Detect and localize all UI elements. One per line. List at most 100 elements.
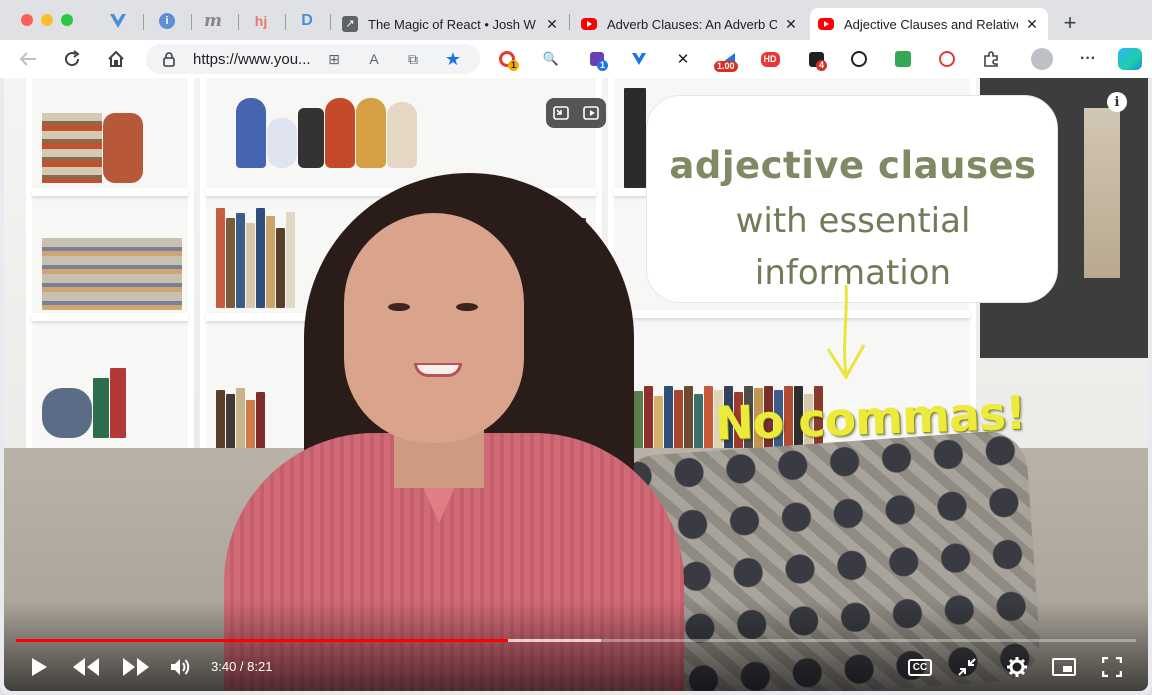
- tab-magic-of-react[interactable]: ↗ The Magic of React • Josh W Comeau ✕: [334, 8, 568, 40]
- settings-button[interactable]: [1002, 652, 1032, 682]
- extension-9[interactable]: [849, 49, 869, 69]
- hd-icon: HD: [760, 51, 780, 67]
- seek-back-button[interactable]: [67, 652, 105, 682]
- pinned-tab-m[interactable]: m: [203, 11, 223, 31]
- pinned-tab-d[interactable]: D: [297, 11, 317, 31]
- pinned-tab-info[interactable]: i: [157, 11, 177, 31]
- books: [42, 368, 126, 438]
- theater-mode-button[interactable]: [1049, 652, 1079, 682]
- collapse-arrows-icon: [958, 658, 976, 676]
- back-button[interactable]: [17, 48, 39, 70]
- tab-adverb-clauses[interactable]: Adverb Clauses: An Adverb Clause ✕: [573, 8, 807, 40]
- tab-adjective-clauses[interactable]: Adjective Clauses and Relative ✕: [810, 8, 1048, 40]
- address-bar[interactable]: https://www.you... ⊞ A ⧉ ★: [146, 44, 480, 74]
- rewind-icon: [73, 658, 99, 676]
- extension-6[interactable]: 1.00: [714, 49, 738, 72]
- profile-avatar[interactable]: [1031, 48, 1053, 70]
- gear-icon: [1007, 657, 1027, 677]
- captions-button[interactable]: CC: [905, 652, 935, 682]
- extension-5[interactable]: ✕: [673, 49, 693, 69]
- download-icon: [895, 51, 911, 67]
- tab-close-button[interactable]: ✕: [1024, 16, 1040, 33]
- extension-badge: 4: [816, 60, 828, 71]
- seek-forward-button[interactable]: [117, 652, 155, 682]
- browser-window: i m hj D ↗ The Magic of React • Josh W C…: [0, 0, 1152, 695]
- cross-icon: ✕: [676, 51, 690, 68]
- books: [42, 113, 143, 183]
- theater-icon: [1052, 658, 1076, 676]
- fast-forward-icon: [123, 658, 149, 676]
- down-arrow-icon: [826, 284, 866, 380]
- read-aloud-icon[interactable]: A: [364, 49, 384, 69]
- picture-in-picture-icon[interactable]: ⧉: [403, 49, 423, 69]
- extension-2[interactable]: 🔍: [541, 49, 561, 69]
- cc-icon: CC: [907, 658, 933, 676]
- extension-1[interactable]: 1: [497, 49, 520, 71]
- tab-title: Adverb Clauses: An Adverb Clause: [607, 16, 777, 32]
- pinned-tab-hj[interactable]: hj: [251, 11, 271, 31]
- info-icon[interactable]: i: [1107, 92, 1127, 112]
- presenter-face: [344, 213, 524, 443]
- extension-4[interactable]: [629, 49, 649, 69]
- fullscreen-icon: [1102, 657, 1122, 677]
- zoom-icon: 🔍: [542, 51, 560, 66]
- play-button[interactable]: [24, 652, 54, 682]
- volume-icon: [171, 659, 190, 675]
- extension-badge: 1: [597, 60, 609, 71]
- overlay-heading: adjective clauses: [669, 144, 1037, 187]
- volume-button[interactable]: [168, 652, 194, 682]
- arrow-icon: ↗: [342, 16, 358, 32]
- reload-button[interactable]: [61, 48, 83, 70]
- pinned-tab-vivaldi[interactable]: [108, 11, 128, 31]
- extension-11[interactable]: [937, 49, 957, 69]
- maximize-window-button[interactable]: [61, 14, 73, 26]
- tab-title: The Magic of React • Josh W Comeau: [368, 16, 538, 32]
- miniplayer-button[interactable]: [952, 652, 982, 682]
- video-overlay-minimize-button[interactable]: [546, 98, 576, 128]
- figurines: [236, 98, 417, 168]
- back-arrow-icon: [19, 52, 36, 66]
- apps-icon[interactable]: ⊞: [324, 49, 344, 69]
- pip-play-icon: [583, 106, 599, 120]
- collapse-icon: [553, 106, 569, 120]
- copilot-icon[interactable]: [1118, 48, 1142, 70]
- d-icon: D: [301, 12, 313, 29]
- video-overlay-pip-button[interactable]: [576, 98, 606, 128]
- books: [216, 208, 295, 308]
- vivaldi-icon: [632, 53, 646, 65]
- extension-8[interactable]: 4: [806, 49, 828, 71]
- tab-separator: [191, 14, 192, 30]
- extension-10[interactable]: [893, 49, 913, 69]
- played-range: [16, 639, 508, 642]
- progress-bar[interactable]: [16, 639, 1136, 642]
- tab-separator: [143, 14, 144, 30]
- minimize-window-button[interactable]: [41, 14, 53, 26]
- lock-icon: [163, 52, 175, 67]
- tab-strip: i m hj D ↗ The Magic of React • Josh W C…: [0, 0, 1152, 42]
- star-icon[interactable]: ★: [443, 49, 463, 69]
- play-circle-icon: [939, 51, 955, 67]
- extensions-button[interactable]: [981, 49, 1001, 69]
- new-tab-button[interactable]: +: [1058, 12, 1082, 36]
- media-icon: [851, 51, 867, 67]
- time-display: 3:40 / 8:21: [211, 659, 273, 674]
- play-icon: [32, 658, 47, 676]
- youtube-icon: [581, 18, 597, 30]
- no-commas-callout: No commas!: [714, 385, 1027, 451]
- m-icon: m: [204, 11, 222, 31]
- fullscreen-button[interactable]: [1097, 652, 1127, 682]
- lesson-speech-bubble: adjective clauses with essential informa…: [646, 95, 1058, 303]
- extension-7[interactable]: HD: [760, 49, 780, 69]
- tab-close-button[interactable]: ✕: [783, 16, 799, 33]
- tab-separator: [330, 14, 331, 30]
- close-window-button[interactable]: [21, 14, 33, 26]
- tab-close-button[interactable]: ✕: [544, 16, 560, 33]
- url-text[interactable]: https://www.you...: [193, 51, 311, 68]
- home-button[interactable]: [105, 48, 127, 70]
- extension-3[interactable]: 1: [587, 49, 609, 71]
- extension-badge: 1.00: [714, 61, 738, 72]
- video-player[interactable]: adjective clauses with essential informa…: [4, 78, 1148, 691]
- toolbar: https://www.you... ⊞ A ⧉ ★ 1 🔍 1 ✕ 1.00: [0, 40, 1152, 78]
- overlay-subline-1: with essential: [735, 201, 971, 241]
- more-menu-button[interactable]: ···: [1078, 49, 1098, 69]
